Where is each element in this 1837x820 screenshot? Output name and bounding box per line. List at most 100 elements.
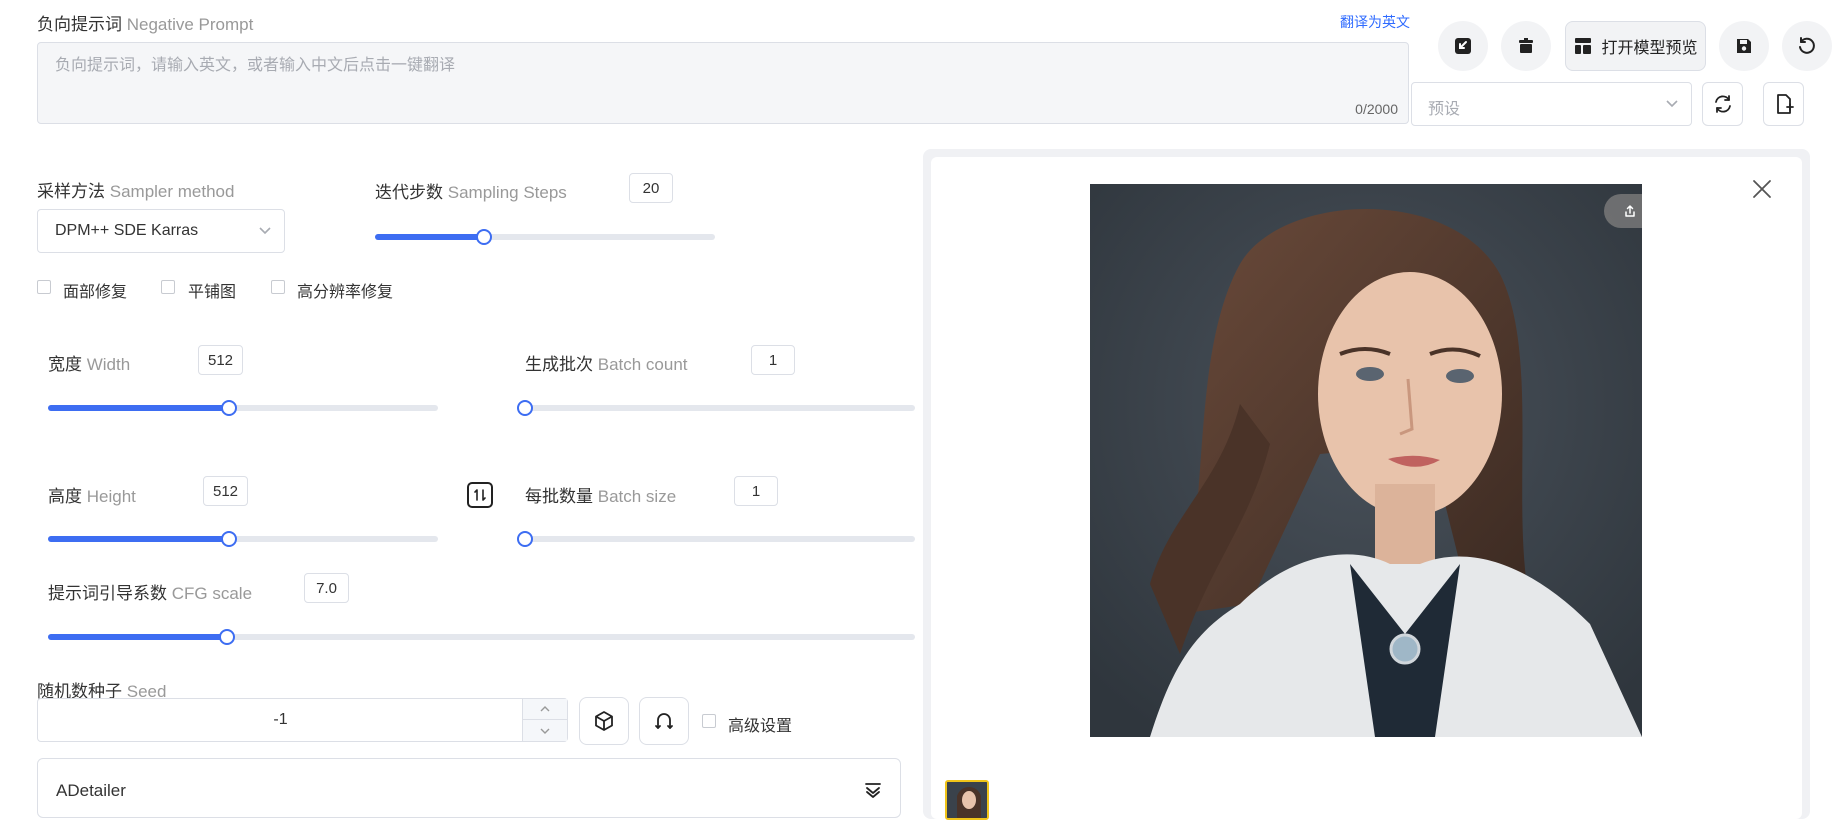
chevron-down-icon bbox=[259, 227, 271, 235]
seed-increment-button[interactable] bbox=[523, 699, 567, 720]
reuse-seed-button[interactable] bbox=[639, 697, 689, 745]
batch-size-slider[interactable] bbox=[517, 531, 915, 547]
save-button[interactable] bbox=[1719, 21, 1769, 71]
batch-count-input[interactable]: 1 bbox=[751, 345, 795, 375]
swap-icon bbox=[474, 489, 486, 501]
batch-size-input[interactable]: 1 bbox=[734, 476, 778, 506]
width-input[interactable]: 512 bbox=[198, 345, 243, 375]
steps-label-en: Sampling Steps bbox=[447, 183, 567, 202]
share-button[interactable]: 分享 bbox=[1604, 194, 1642, 228]
advanced-settings-checkbox[interactable] bbox=[702, 714, 716, 728]
height-input[interactable]: 512 bbox=[203, 476, 248, 506]
batch-count-slider[interactable] bbox=[517, 400, 915, 416]
swap-dimensions-button[interactable] bbox=[467, 482, 493, 508]
new-preset-button[interactable] bbox=[1763, 82, 1804, 126]
sampler-label-cn: 采样方法 bbox=[37, 182, 105, 201]
sampler-label: 采样方法 Sampler method bbox=[37, 177, 234, 202]
cfg-label: 提示词引导系数 CFG scale bbox=[48, 579, 252, 604]
hires-fix-label: 高分辨率修复 bbox=[297, 284, 394, 301]
batch-count-label: 生成批次 Batch count bbox=[525, 350, 688, 375]
char-counter: 0/2000 bbox=[1355, 101, 1398, 117]
cfg-slider-thumb[interactable] bbox=[219, 629, 235, 645]
height-slider-fill bbox=[48, 536, 229, 542]
negative-prompt-label-cn: 负向提示词 bbox=[37, 15, 122, 34]
seed-stepper bbox=[522, 699, 567, 741]
width-label-cn: 宽度 bbox=[48, 355, 82, 374]
cfg-label-cn: 提示词引导系数 bbox=[48, 584, 167, 603]
height-slider[interactable] bbox=[48, 531, 438, 547]
seed-value: -1 bbox=[273, 711, 288, 728]
collapse-icon[interactable] bbox=[864, 781, 882, 799]
file-add-icon bbox=[1776, 94, 1794, 114]
cfg-input[interactable]: 7.0 bbox=[304, 573, 349, 603]
sampler-label-en: Sampler method bbox=[109, 182, 235, 201]
close-icon[interactable] bbox=[1752, 179, 1772, 199]
cfg-slider-fill bbox=[48, 634, 227, 640]
seed-decrement-button[interactable] bbox=[523, 720, 567, 741]
thumbnail-image bbox=[947, 782, 987, 818]
recycle-icon bbox=[655, 713, 673, 729]
cfg-slider[interactable] bbox=[48, 629, 915, 645]
negative-prompt-placeholder: 负向提示词，请输入英文，或者输入中文后点击一键翻译 bbox=[55, 57, 456, 74]
negative-prompt-label-en: Negative Prompt bbox=[126, 15, 254, 34]
floppy-icon bbox=[1737, 39, 1751, 53]
height-slider-thumb[interactable] bbox=[221, 531, 237, 547]
steps-label-cn: 迭代步数 bbox=[375, 183, 443, 202]
width-label-en: Width bbox=[86, 355, 131, 374]
dice-icon bbox=[595, 711, 613, 731]
open-model-preview-label: 打开模型预览 bbox=[1601, 40, 1698, 57]
steps-label: 迭代步数 Sampling Steps bbox=[375, 178, 567, 203]
preview-panel: 分享 bbox=[923, 149, 1810, 820]
tiling-label: 平铺图 bbox=[188, 284, 237, 301]
portrait-image bbox=[1090, 184, 1642, 737]
face-fix-label: 面部修复 bbox=[63, 284, 128, 301]
advanced-settings-label: 高级设置 bbox=[728, 718, 793, 735]
tiling-checkbox[interactable] bbox=[161, 280, 175, 294]
steps-input[interactable]: 20 bbox=[629, 173, 673, 203]
preview-inner: 分享 bbox=[931, 157, 1802, 820]
layout-icon bbox=[1575, 38, 1592, 54]
cfg-label-en: CFG scale bbox=[171, 584, 253, 603]
batch-count-label-en: Batch count bbox=[597, 355, 688, 374]
seed-input[interactable]: -1 bbox=[37, 698, 568, 742]
clear-button[interactable] bbox=[1501, 21, 1551, 71]
batch-size-label: 每批数量 Batch size bbox=[525, 482, 676, 507]
undo-icon bbox=[1799, 37, 1815, 54]
open-model-preview-button[interactable]: 打开模型预览 bbox=[1565, 21, 1706, 71]
adetailer-panel[interactable]: ADetailer bbox=[37, 758, 901, 818]
generated-image[interactable]: 分享 bbox=[1090, 184, 1642, 737]
arrow-in-icon bbox=[1455, 38, 1471, 54]
height-label-cn: 高度 bbox=[48, 487, 82, 506]
negative-prompt-label: 负向提示词 Negative Prompt bbox=[37, 10, 253, 35]
width-slider-fill bbox=[48, 405, 229, 411]
refresh-presets-button[interactable] bbox=[1702, 82, 1743, 126]
chevron-up-icon bbox=[540, 706, 550, 712]
batch-count-slider-thumb[interactable] bbox=[517, 400, 533, 416]
steps-slider-fill bbox=[375, 234, 484, 240]
steps-slider-thumb[interactable] bbox=[476, 229, 492, 245]
hires-fix-checkbox[interactable] bbox=[271, 280, 285, 294]
random-seed-button[interactable] bbox=[579, 697, 629, 745]
adetailer-title: ADetailer bbox=[56, 781, 126, 800]
import-button[interactable] bbox=[1438, 21, 1488, 71]
batch-size-label-en: Batch size bbox=[597, 487, 677, 506]
chevron-down-icon bbox=[540, 728, 550, 734]
height-label-en: Height bbox=[86, 487, 136, 506]
width-slider-thumb[interactable] bbox=[221, 400, 237, 416]
height-label: 高度 Height bbox=[48, 482, 136, 507]
trash-icon bbox=[1519, 38, 1533, 53]
sampler-value: DPM++ SDE Karras bbox=[55, 222, 199, 239]
preset-placeholder: 预设 bbox=[1428, 101, 1461, 118]
refresh-icon bbox=[1714, 95, 1731, 113]
batch-size-slider-thumb[interactable] bbox=[517, 531, 533, 547]
batch-size-label-cn: 每批数量 bbox=[525, 487, 593, 506]
sampler-select[interactable]: DPM++ SDE Karras bbox=[37, 209, 285, 253]
reset-button[interactable] bbox=[1782, 21, 1832, 71]
thumbnail[interactable] bbox=[945, 780, 989, 820]
preset-select[interactable]: 预设 bbox=[1411, 82, 1692, 126]
translate-link[interactable]: 翻译为英文 bbox=[1340, 12, 1410, 32]
face-fix-checkbox[interactable] bbox=[37, 280, 51, 294]
width-slider[interactable] bbox=[48, 400, 438, 416]
negative-prompt-textarea[interactable]: 负向提示词，请输入英文，或者输入中文后点击一键翻译 0/2000 bbox=[37, 42, 1409, 124]
steps-slider[interactable] bbox=[375, 229, 715, 245]
